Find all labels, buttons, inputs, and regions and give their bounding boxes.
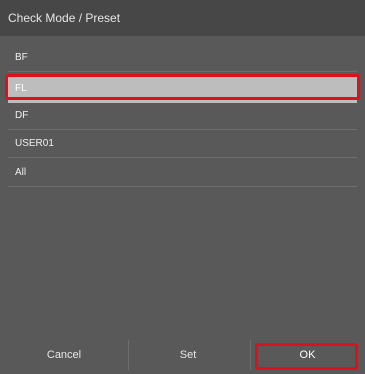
- check-mode-preset-dialog: Check Mode / Preset BF FL DF USER01 All …: [0, 0, 365, 374]
- preset-item-user01[interactable]: USER01: [8, 130, 357, 158]
- preset-item-fl[interactable]: FL: [8, 75, 357, 103]
- preset-item-all[interactable]: All: [8, 159, 357, 187]
- set-button[interactable]: Set: [132, 336, 244, 374]
- ok-button[interactable]: OK: [258, 336, 357, 374]
- dialog-title-bar: Check Mode / Preset: [0, 0, 365, 36]
- preset-item-df[interactable]: DF: [8, 102, 357, 130]
- preset-item-bf[interactable]: BF: [8, 44, 357, 72]
- cancel-button[interactable]: Cancel: [8, 336, 120, 374]
- preset-item-label: All: [15, 167, 27, 178]
- preset-item-label: BF: [15, 52, 28, 63]
- preset-item-label: DF: [15, 110, 29, 121]
- footer-divider: [128, 340, 129, 370]
- preset-item-label: USER01: [15, 138, 54, 149]
- dialog-footer: Cancel Set OK: [0, 336, 365, 374]
- dialog-title: Check Mode / Preset: [8, 11, 121, 25]
- footer-divider: [250, 340, 251, 370]
- preset-item-label: FL: [15, 83, 27, 94]
